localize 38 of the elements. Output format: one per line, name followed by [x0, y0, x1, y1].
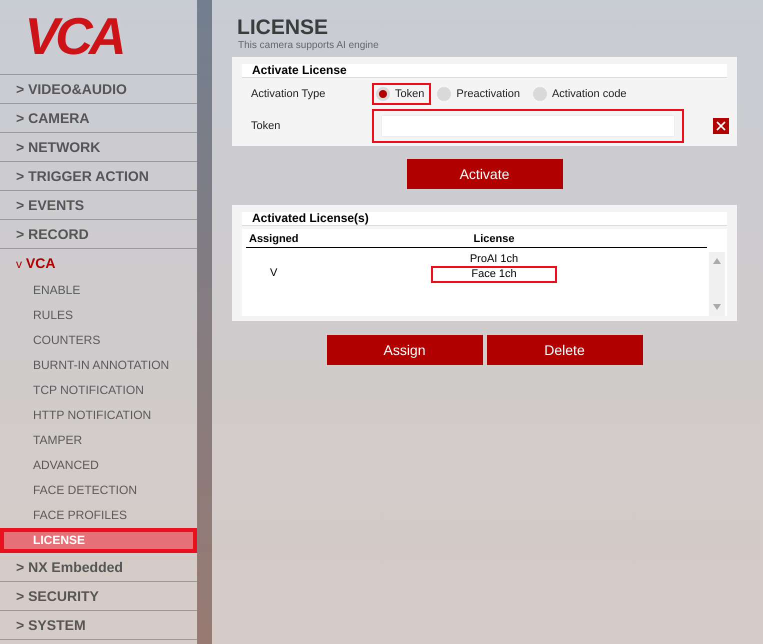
- sidebar-subitem[interactable]: COUNTERS: [0, 328, 197, 353]
- column-header: Assigned: [248, 232, 300, 247]
- license-entry[interactable]: ProAI 1ch: [430, 251, 558, 268]
- field-label: Activation Type: [251, 88, 326, 100]
- page-title: LICENSE: [237, 16, 330, 40]
- token-field[interactable]: [372, 109, 684, 143]
- scroll-up-icon[interactable]: [713, 258, 721, 264]
- sidebar-subitem[interactable]: BURNT-IN ANNOTATION: [0, 353, 197, 378]
- activate-button[interactable]: Activate: [406, 159, 562, 189]
- scrollbar[interactable]: [709, 252, 725, 316]
- action-button[interactable]: Delete: [486, 335, 642, 365]
- license-entry[interactable]: Face 1ch: [431, 266, 557, 283]
- sidebar-subitem[interactable]: HTTP NOTIFICATION: [0, 403, 197, 428]
- radio-option[interactable]: Activation code: [528, 83, 634, 105]
- page-subtitle: This camera supports AI engine: [238, 40, 380, 51]
- column-header: License: [472, 232, 516, 247]
- radio-button[interactable]: [437, 87, 452, 101]
- panel-title: Activate License: [242, 64, 727, 78]
- field-label: Token: [251, 120, 282, 132]
- sidebar-subitem[interactable]: LICENSE: [0, 528, 197, 553]
- sidebar-subitem[interactable]: RULES: [0, 303, 197, 328]
- radio-button[interactable]: [532, 87, 547, 101]
- sidebar-subitem[interactable]: FACE DETECTION: [0, 478, 197, 503]
- logo: VCA: [24, 7, 122, 67]
- panel-title: Activated License(s): [242, 212, 727, 226]
- radio-button[interactable]: [376, 87, 390, 101]
- scroll-down-icon[interactable]: [713, 304, 721, 310]
- table-cell: V: [270, 267, 278, 279]
- sidebar-subitem[interactable]: ADVANCED: [0, 453, 197, 478]
- action-button[interactable]: Assign: [326, 335, 482, 365]
- sidebar-subitem[interactable]: ENABLE: [0, 278, 197, 303]
- radio-option[interactable]: Token: [372, 83, 432, 105]
- sidebar-subitem[interactable]: TAMPER: [0, 428, 197, 453]
- sidebar-item[interactable]: v VCA: [0, 249, 197, 278]
- radio-option[interactable]: Preactivation: [433, 83, 527, 105]
- sidebar-subitem[interactable]: FACE PROFILES: [0, 503, 197, 528]
- sidebar-subitem[interactable]: TCP NOTIFICATION: [0, 378, 197, 403]
- close-icon[interactable]: [713, 118, 729, 134]
